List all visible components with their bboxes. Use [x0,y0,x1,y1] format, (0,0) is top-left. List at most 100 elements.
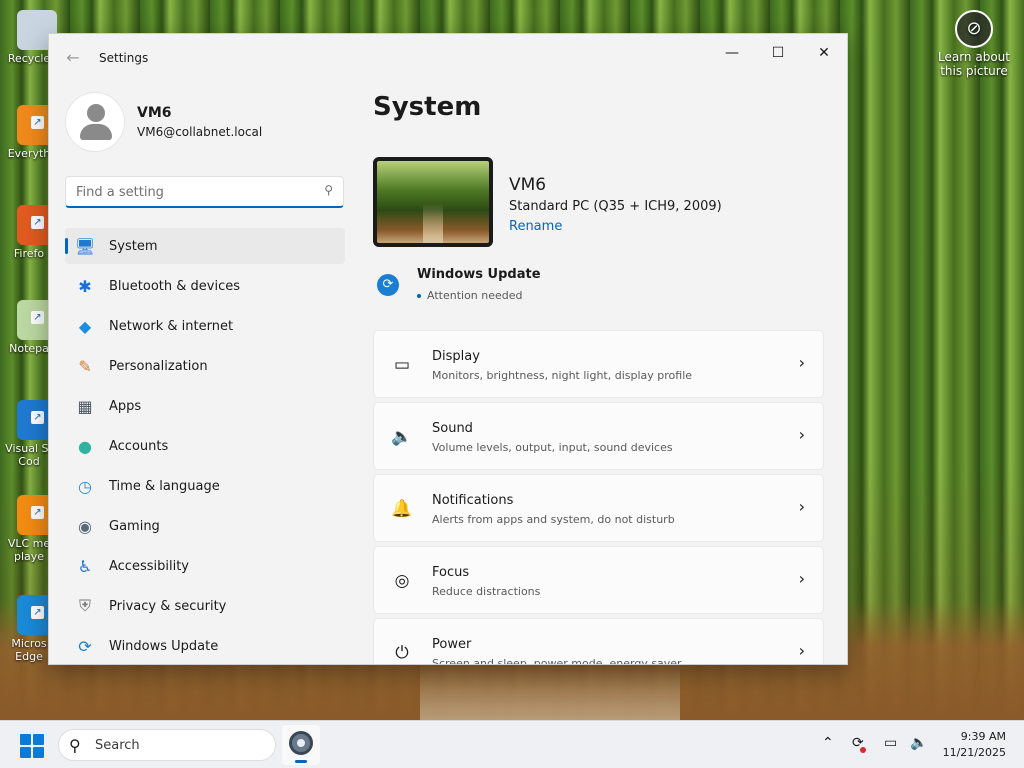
sidebar-item-label: Network & internet [109,318,234,334]
close-button[interactable]: ✕ [801,38,847,68]
network-icon[interactable]: ▭ [884,735,897,751]
minimize-button[interactable]: — [709,38,755,68]
running-indicator [295,760,307,763]
start-button[interactable] [20,734,44,758]
back-button[interactable]: ← [61,48,85,68]
windows-logo-pane [20,747,31,758]
settings-card-list: ▭ Display Monitors, brightness, night ligh… [373,330,824,664]
sidebar-item-system[interactable]: 🖥 System [65,228,345,264]
sidebar-item-apps[interactable]: ▦ Apps [65,388,345,424]
taskbar: ⚲ Search ⌃ ⟳ ▭ 🔈 9:39 AM 11/21/2025 [0,720,1024,768]
rename-link[interactable]: Rename [509,219,562,234]
windows-update-icon: ⟳ [377,274,399,296]
card-subtitle: Alerts from apps and system, do not dist… [432,513,675,526]
wallpaper-path [420,660,680,720]
shortcut-arrow-icon: ↗ [31,606,44,619]
card-title: Display [432,349,480,364]
device-model: Standard PC (Q35 + ICH9, 2009) [509,199,722,214]
settings-window: ← Settings — ☐ ✕ VM6 VM6@collabnet.local… [48,33,848,665]
learn-about-picture-label: Learn about this picture [938,50,1010,78]
sidebar-item-label: Gaming [109,518,160,534]
windows-update-status[interactable]: ⟳ Windows Update Attention needed [377,264,677,304]
shortcut-arrow-icon: ↗ [31,216,44,229]
card-title: Power [432,637,472,652]
power-icon: ⏻ [395,643,409,663]
user-profile[interactable]: VM6 VM6@collabnet.local [65,92,345,156]
windows-update-title: Windows Update [417,267,541,282]
search-icon: ⚲ [69,736,81,755]
card-subtitle: Monitors, brightness, night light, displ… [432,369,693,382]
search-icon[interactable]: ⚲ [324,183,333,197]
focus-card[interactable]: ◎ Focus Reduce distractions › [373,546,824,614]
gaming-icon: ◉ [78,516,92,536]
windows-logo-pane [33,747,44,758]
taskbar-settings-app[interactable] [282,725,320,765]
privacy-icon: ⛨ [78,596,91,615]
shortcut-arrow-icon: ↗ [31,506,44,519]
sidebar-item-accessibility[interactable]: ♿ Accessibility [65,548,345,584]
accessibility-icon: ♿ [77,556,93,576]
notifications-icon: 🔔 [391,499,413,519]
card-subtitle: Reduce distractions [432,585,541,598]
chevron-up-icon[interactable]: ⌃ [822,735,834,751]
sidebar-item-bluetooth[interactable]: ✱ Bluetooth & devices [65,268,345,304]
sidebar-nav: 🖥 System ✱ Bluetooth & devices ◆ Network & in… [65,228,345,664]
user-icon [87,104,105,122]
system-icon: 🖥 [74,236,96,256]
learn-about-picture[interactable]: ⊘ Learn about this picture [934,10,1014,78]
sidebar-item-label: Personalization [109,358,208,374]
card-title: Notifications [432,493,514,508]
windows-logo-pane [33,734,44,745]
accounts-icon: ● [78,436,92,456]
sidebar-item-network[interactable]: ◆ Network & internet [65,308,345,344]
maximize-button[interactable]: ☐ [755,38,801,68]
sidebar-item-accounts[interactable]: ● Accounts [65,428,345,464]
title-bar: ← Settings — ☐ ✕ [49,34,847,82]
network-icon: ◆ [78,316,92,336]
sidebar-item-personalization[interactable]: ✎ Personalization [65,348,345,384]
camera-lens-icon: ⊘ [955,10,993,48]
avatar [65,92,125,152]
taskbar-search[interactable]: ⚲ Search [58,729,276,761]
sidebar-item-gaming[interactable]: ◉ Gaming [65,508,345,544]
sidebar-item-label: Bluetooth & devices [109,278,240,294]
chevron-right-icon: › [798,641,805,660]
power-card[interactable]: ⏻ Power Screen and sleep, power mode, ener… [373,618,824,664]
shortcut-arrow-icon: ↗ [31,411,44,424]
sidebar-item-label: Windows Update [109,638,219,654]
display-icon: ▭ [393,355,411,375]
search-input[interactable] [76,183,306,201]
notifications-card[interactable]: 🔔 Notifications Alerts from apps and syste… [373,474,824,542]
chevron-right-icon: › [798,497,805,516]
page-title: System [373,92,482,122]
user-icon-body [80,124,112,140]
sidebar-item-privacy[interactable]: ⛨ Privacy & security [65,588,345,624]
sidebar-item-label: Apps [109,398,142,414]
speaker-muted-icon[interactable]: 🔈 [910,735,927,751]
display-card[interactable]: ▭ Display Monitors, brightness, night ligh… [373,330,824,398]
windows-logo-icon [20,734,31,745]
profile-name: VM6 [137,105,172,121]
clock[interactable]: 9:39 AM 11/21/2025 [943,729,1006,761]
card-title: Focus [432,565,470,580]
windows-update-status-text: Attention needed [427,289,523,302]
status-dot [417,294,421,298]
sidebar-item-windows-update[interactable]: ⟳ Windows Update [65,628,345,664]
sidebar-item-label: System [109,238,158,254]
sidebar-item-label: Privacy & security [109,598,227,614]
sidebar-item-label: Time & language [109,478,220,494]
update-tray-icon[interactable]: ⟳ [852,735,866,753]
alert-dot [859,747,866,753]
device-name: VM6 [509,175,547,195]
sound-card[interactable]: 🔈 Sound Volume levels, output, input, soun… [373,402,824,470]
find-setting-box: ⚲ [65,176,344,208]
card-subtitle: Volume levels, output, input, sound devi… [432,441,673,454]
bluetooth-icon: ✱ [78,276,92,296]
sidebar-item-time-language[interactable]: ◷ Time & language [65,468,345,504]
shortcut-arrow-icon: ↗ [31,116,44,129]
taskbar-search-label: Search [95,738,140,753]
shortcut-arrow-icon: ↗ [31,311,44,324]
card-title: Sound [432,421,473,436]
device-wallpaper-thumbnail[interactable] [373,157,493,247]
chevron-right-icon: › [798,425,805,444]
